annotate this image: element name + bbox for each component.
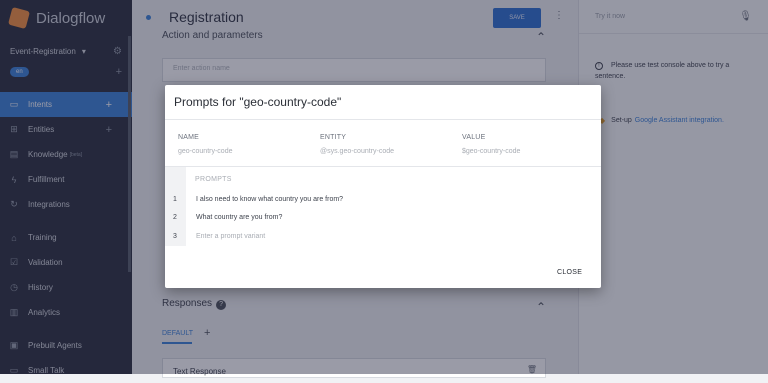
prompt-number: 2 [173, 214, 177, 221]
divider [165, 166, 601, 167]
value-label: VALUE [462, 134, 486, 141]
entity-value: @sys.geo-country-code [320, 148, 395, 155]
prompts-dialog: Prompts for "geo-country-code" NAME geo-… [165, 85, 601, 288]
prompt-text[interactable]: I also need to know what country you are… [196, 196, 343, 203]
prompt-number: 1 [173, 196, 177, 203]
prompt-text[interactable]: What country are you from? [196, 214, 282, 221]
name-value: geo-country-code [178, 148, 233, 155]
prompt-number: 3 [173, 233, 177, 240]
name-label: NAME [178, 134, 200, 141]
divider [165, 119, 601, 120]
value-value: $geo-country-code [462, 148, 521, 155]
prompts-label: PROMPTS [195, 176, 232, 183]
dialog-title: Prompts for "geo-country-code" [174, 95, 342, 109]
close-button[interactable]: CLOSE [557, 269, 582, 276]
new-prompt-input[interactable]: Enter a prompt variant [196, 233, 265, 240]
entity-label: ENTITY [320, 134, 347, 141]
